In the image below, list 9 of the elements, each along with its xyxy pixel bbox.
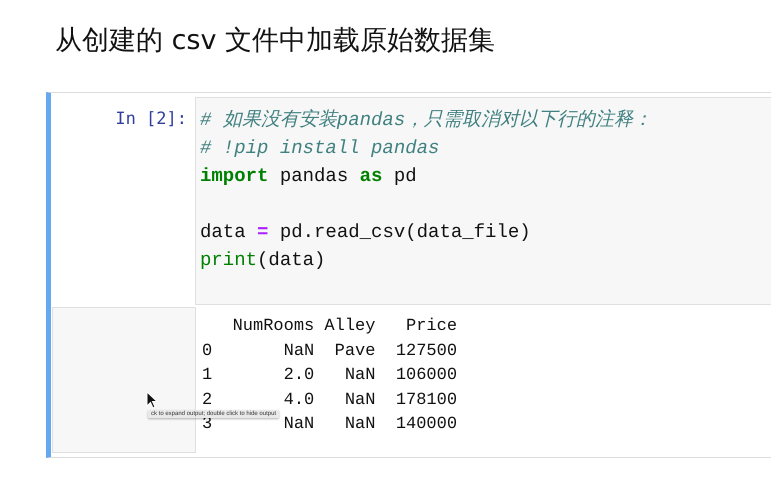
output-line: 1 2.0 NaN 106000: [202, 368, 458, 384]
output-line: NumRooms Alley Price: [232, 319, 458, 335]
output-line: 0 NaN Pave 127500: [202, 344, 458, 360]
input-prompt: In [2]:: [115, 109, 187, 131]
notebook-cell[interactable]: [46, 92, 771, 458]
page-title: 从创建的 csv 文件中加载原始数据集: [54, 24, 496, 58]
output-line: 2 4.0 NaN 178100: [202, 392, 458, 408]
code-editor[interactable]: # 如果没有安装pandas，只需取消对以下行的注释： # !pip install pandas import pandas as pd data = pd.read_csv(data_file) print(data): [195, 97, 771, 305]
mouse-cursor-icon: [146, 391, 158, 409]
